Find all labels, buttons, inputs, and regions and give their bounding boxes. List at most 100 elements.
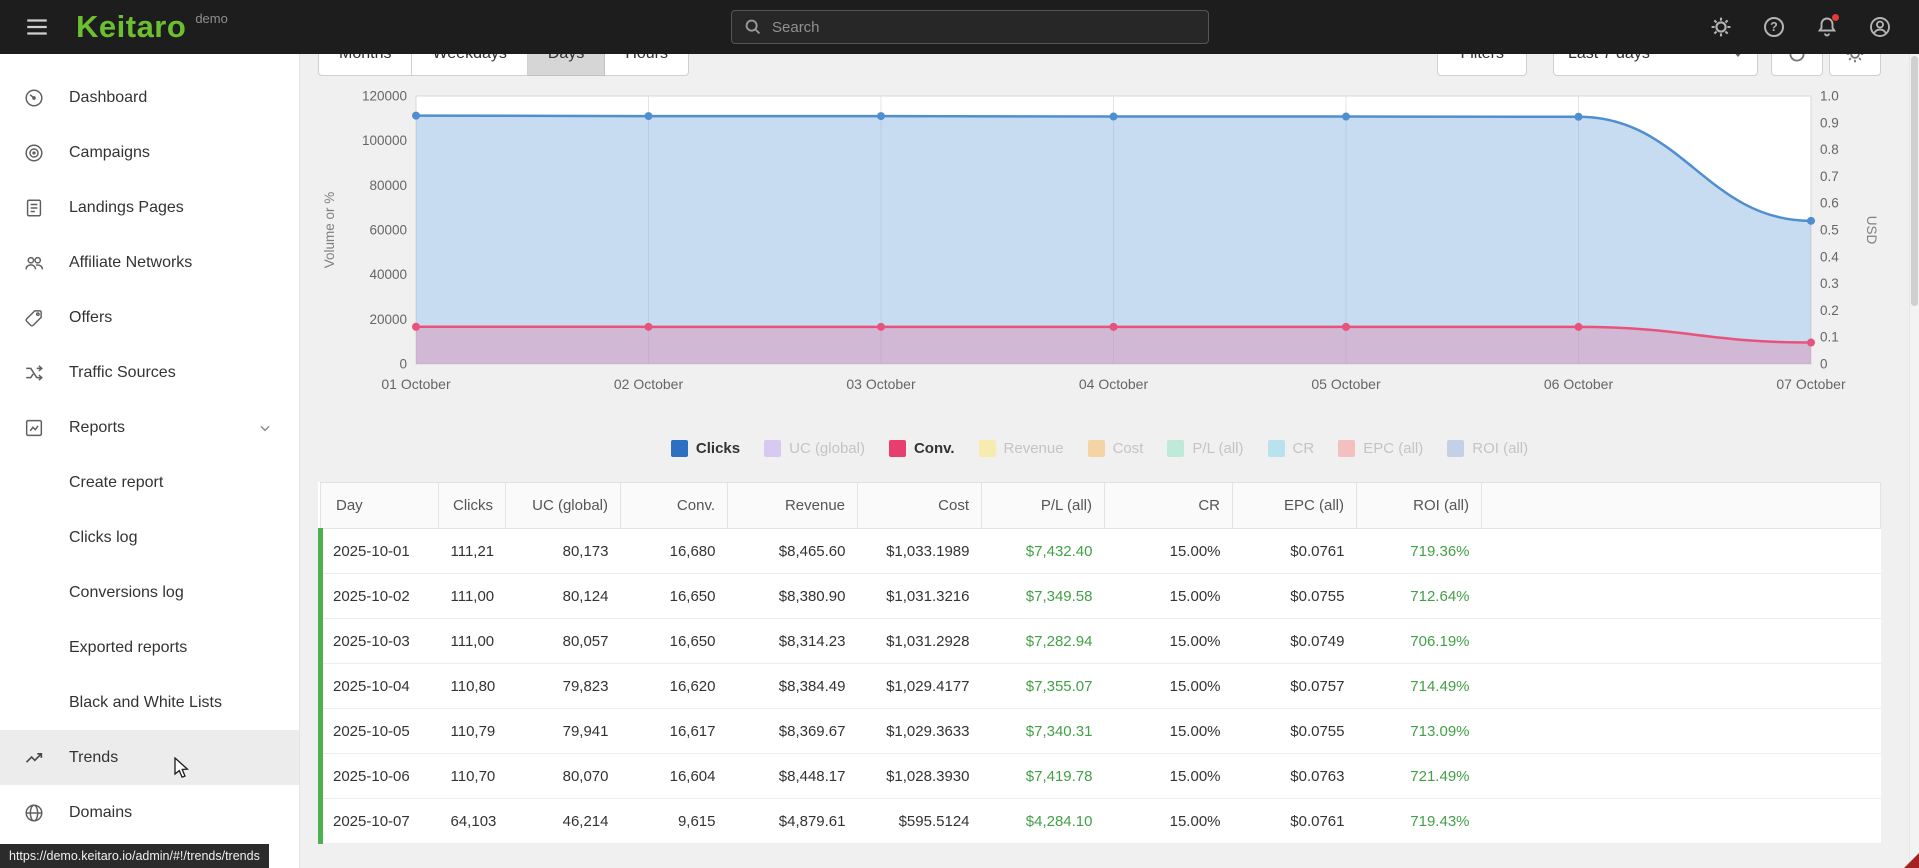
legend-item[interactable]: Revenue (978, 439, 1064, 457)
gear-icon[interactable] (1708, 14, 1734, 40)
legend-item[interactable]: Conv. (888, 439, 955, 457)
sidebar-item-label: Dashboard (69, 88, 148, 106)
cell-clicks: 111,00 (438, 573, 506, 619)
help-icon[interactable]: ? (1761, 14, 1787, 40)
split-arrows-icon (23, 362, 45, 384)
svg-text:0.3: 0.3 (1820, 276, 1839, 291)
sidebar-item-domains[interactable]: Domains (0, 785, 299, 840)
sidebar-item-black-and-white-lists[interactable]: Black and White Lists (0, 675, 299, 730)
chevron-down-icon (257, 420, 273, 436)
sidebar-item-clicks-log[interactable]: Clicks log (0, 510, 299, 565)
sidebar: Dashboard Campaigns Landings Pages Affil… (0, 54, 300, 868)
table-row: 2025-10-01 111,21 80,173 16,680 $8,465.6… (318, 528, 1881, 574)
col-header-conv[interactable]: Conv. (620, 482, 728, 529)
cell-pl-all: $4,284.10 (981, 798, 1105, 844)
svg-text:0.7: 0.7 (1820, 169, 1839, 184)
logo[interactable]: Keitaro demo (76, 0, 228, 54)
legend-swatch (1167, 439, 1185, 457)
col-header-filler (1481, 482, 1881, 529)
target-icon (23, 142, 45, 164)
search-input[interactable] (731, 10, 1209, 44)
cell-pl-all: $7,419.78 (981, 753, 1105, 799)
sidebar-item-trends[interactable]: Trends (0, 730, 299, 785)
legend-item[interactable]: Clicks (670, 439, 740, 457)
cell-revenue: $8,384.49 (727, 663, 858, 709)
sidebar-item-label: Reports (69, 418, 126, 436)
svg-text:0.5: 0.5 (1820, 223, 1839, 238)
sidebar-item-create-report[interactable]: Create report (0, 455, 299, 510)
legend-swatch (764, 439, 782, 457)
sidebar-item-label: Offers (69, 308, 113, 326)
sidebar-item-conversions-log[interactable]: Conversions log (0, 565, 299, 620)
svg-text:01 October: 01 October (381, 376, 451, 392)
legend-label: Revenue (1003, 439, 1064, 457)
bell-icon[interactable] (1814, 13, 1840, 40)
sidebar-item-traffic-sources[interactable]: Traffic Sources (0, 345, 299, 400)
legend-item[interactable]: P/L (all) (1167, 439, 1244, 457)
scrollbar-thumb[interactable] (1911, 56, 1918, 306)
legend-swatch (1447, 439, 1465, 457)
legend-label: CR (1292, 439, 1315, 457)
document-icon (23, 197, 45, 219)
legend-item[interactable]: Cost (1087, 439, 1143, 457)
col-header-uc-global[interactable]: UC (global) (505, 482, 621, 529)
cell-pl-all: $7,282.94 (981, 618, 1105, 664)
sidebar-item-campaigns[interactable]: Campaigns (0, 125, 299, 180)
cell-epc-all: $0.0763 (1232, 753, 1357, 799)
people-icon (23, 252, 45, 274)
legend-label: ROI (all) (1472, 439, 1529, 457)
cell-pl-all: $7,340.31 (981, 708, 1105, 754)
menu-icon[interactable] (20, 10, 54, 44)
table-header: Day Clicks UC (global) Conv. Revenue Cos… (320, 482, 1881, 529)
col-header-cr[interactable]: CR (1104, 482, 1233, 529)
cell-filler (1481, 573, 1881, 619)
svg-text:20000: 20000 (369, 312, 407, 327)
cell-revenue: $8,448.17 (727, 753, 858, 799)
globe-icon (23, 802, 45, 824)
legend-item[interactable]: EPC (all) (1338, 439, 1423, 457)
cell-conv: 9,615 (620, 798, 728, 844)
cell-clicks: 64,103 (438, 798, 506, 844)
legend-swatch (888, 439, 906, 457)
cell-clicks: 111,00 (438, 618, 506, 664)
sidebar-item-exported-reports[interactable]: Exported reports (0, 620, 299, 675)
legend-item[interactable]: UC (global) (764, 439, 865, 457)
table-row: 2025-10-07 64,103 46,214 9,615 $4,879.61… (318, 798, 1881, 844)
page-scrollbar[interactable] (1909, 54, 1919, 868)
col-header-revenue[interactable]: Revenue (727, 482, 858, 529)
cell-cost: $1,029.3633 (857, 708, 982, 754)
col-header-roi-all[interactable]: ROI (all) (1356, 482, 1482, 529)
link-url-statusbar: https://demo.keitaro.io/admin/#!/trends/… (0, 844, 269, 868)
legend-item[interactable]: CR (1267, 439, 1315, 457)
col-header-epc-all[interactable]: EPC (all) (1232, 482, 1357, 529)
legend-item[interactable]: ROI (all) (1447, 439, 1529, 457)
sidebar-item-reports[interactable]: Reports (0, 400, 299, 455)
legend-label: UC (global) (789, 439, 865, 457)
cell-cost: $595.5124 (857, 798, 982, 844)
col-header-day[interactable]: Day (320, 482, 439, 529)
cell-pl-all: $7,432.40 (981, 528, 1105, 574)
sidebar-item-dashboard[interactable]: Dashboard (0, 70, 299, 125)
cell-roi-all: 713.09% (1356, 708, 1482, 754)
cell-revenue: $8,465.60 (727, 528, 858, 574)
cell-revenue: $8,380.90 (727, 573, 858, 619)
col-header-clicks[interactable]: Clicks (438, 482, 506, 529)
col-header-pl-all[interactable]: P/L (all) (981, 482, 1105, 529)
cell-filler (1481, 663, 1881, 709)
svg-text:120000: 120000 (362, 89, 407, 104)
cell-day: 2025-10-06 (318, 753, 439, 799)
trends-table: Day Clicks UC (global) Conv. Revenue Cos… (318, 482, 1881, 844)
sidebar-item-label: Campaigns (69, 143, 150, 161)
search (731, 10, 1209, 44)
sidebar-item-landings-pages[interactable]: Landings Pages (0, 180, 299, 235)
sidebar-item-label: Exported reports (69, 638, 188, 656)
col-header-cost[interactable]: Cost (857, 482, 982, 529)
sidebar-item-label: Trends (69, 748, 119, 766)
svg-text:60000: 60000 (369, 223, 407, 238)
cell-pl-all: $7,355.07 (981, 663, 1105, 709)
account-icon[interactable] (1867, 14, 1893, 40)
sidebar-item-affiliate-networks[interactable]: Affiliate Networks (0, 235, 299, 290)
cell-day: 2025-10-05 (318, 708, 439, 754)
cell-conv: 16,620 (620, 663, 728, 709)
sidebar-item-offers[interactable]: Offers (0, 290, 299, 345)
